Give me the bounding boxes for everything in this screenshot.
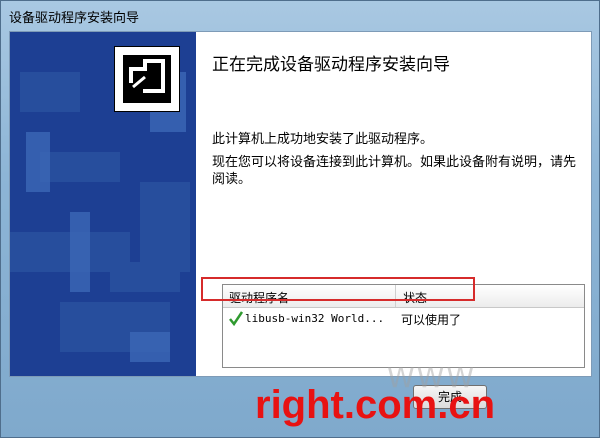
driver-status: 可以使用了	[401, 313, 462, 327]
connect-message: 现在您可以将设备连接到此计算机。如果此设备附有说明，请先阅读。	[212, 155, 577, 187]
wizard-main: 正在完成设备驱动程序安装向导 此计算机上成功地安装了此驱动程序。 现在您可以将设…	[196, 32, 591, 376]
page-title: 正在完成设备驱动程序安装向导	[212, 55, 450, 75]
wizard-side-banner	[10, 32, 196, 376]
wizard-content: 正在完成设备驱动程序安装向导 此计算机上成功地安装了此驱动程序。 现在您可以将设…	[9, 31, 592, 377]
success-message: 此计算机上成功地安装了此驱动程序。	[212, 132, 434, 147]
annotation-highlight-box	[201, 277, 475, 301]
site-watermark: right.com.cn	[255, 383, 496, 427]
driver-name: libusb-win32 World...	[245, 312, 385, 325]
window-title: 设备驱动程序安装向导	[9, 11, 140, 26]
device-icon	[114, 46, 180, 112]
checkmark-icon	[229, 311, 243, 326]
title-bar[interactable]: 设备驱动程序安装向导	[1, 1, 600, 31]
wizard-window: 设备驱动程序安装向导 正在完成设备驱动程序安装向导 此计算机上成功地安装了此驱动…	[0, 0, 600, 438]
driver-row[interactable]: libusb-win32 World... 可以使用了	[223, 309, 584, 329]
